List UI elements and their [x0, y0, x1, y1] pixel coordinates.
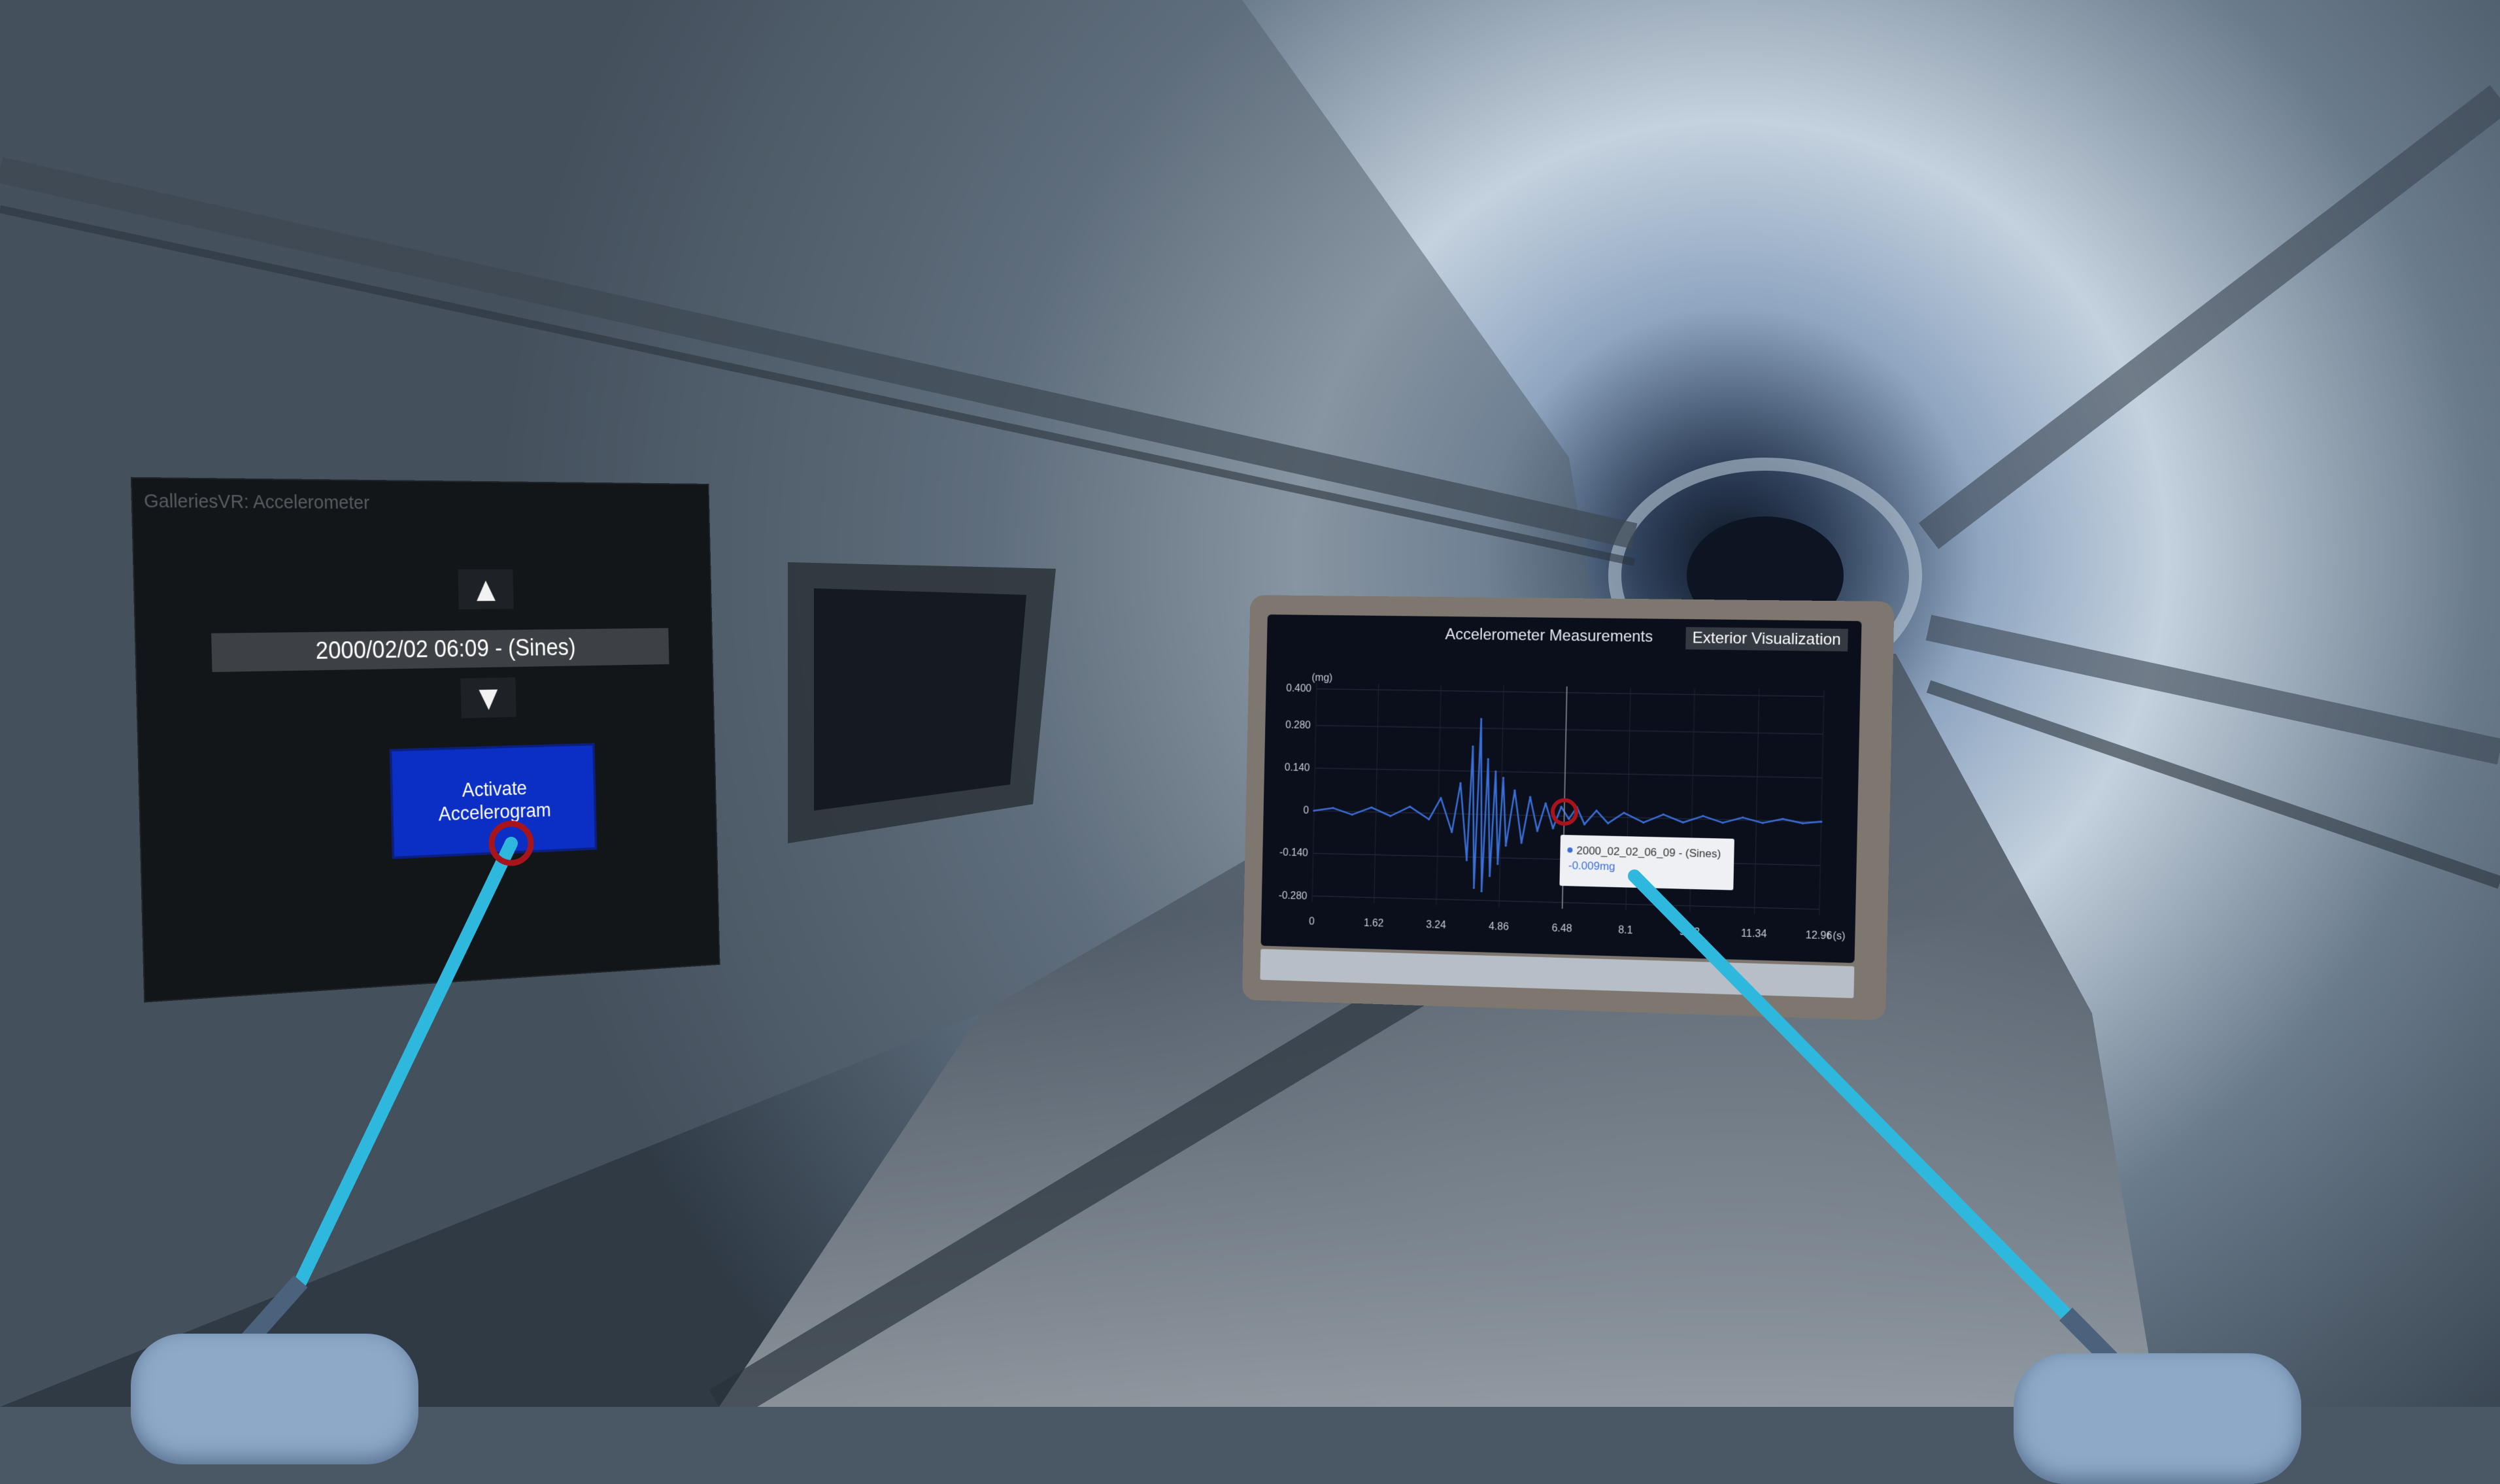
x-tick-label: 6.48 [1551, 922, 1572, 934]
y-axis-label: (mg) [1311, 672, 1332, 683]
chart-tooltip: 2000_02_02_06_09 - (Sines) -0.009mg [1559, 834, 1734, 890]
accelerometer-chart[interactable]: Accelerometer Measurements (mg) t (s) 0.… [1260, 615, 1861, 963]
y-tick-label: 0 [1303, 805, 1309, 817]
chart-title: Accelerometer Measurements [1445, 626, 1653, 646]
x-gridline [1754, 689, 1759, 913]
exterior-visualization-button[interactable]: Exterior Visualization [1685, 627, 1848, 652]
y-gridline [1312, 896, 1819, 909]
x-tick-label: 8.1 [1618, 924, 1633, 936]
chart-area: Accelerometer Measurements (mg) t (s) 0.… [1260, 614, 1862, 964]
y-gridline [1317, 689, 1824, 697]
x-gridline [1312, 683, 1317, 902]
record-selector[interactable]: 2000/02/02 06:09 - (Sines) [211, 628, 669, 673]
chart-panel: Accelerometer Measurements (mg) t (s) 0.… [1242, 595, 1895, 1020]
y-tick-label: 0.140 [1285, 762, 1310, 774]
x-tick-label: 9.72 [1679, 926, 1700, 938]
x-tick-label: 12.96 [1806, 930, 1833, 942]
up-arrow-button[interactable]: ▲ [458, 569, 514, 609]
x-tick-label: 11.34 [1741, 928, 1767, 939]
x-tick-label: 3.24 [1426, 919, 1446, 931]
up-arrow-icon: ▲ [469, 569, 503, 609]
x-tick-label: 4.86 [1489, 921, 1509, 933]
y-gridline [1316, 726, 1823, 734]
x-gridline [1819, 690, 1824, 916]
x-gridline [1374, 684, 1379, 904]
accelerometer-panel: GalleriesVR: Accelerometer ▲ 2000/02/02 … [131, 478, 719, 1002]
y-tick-label: -0.140 [1279, 847, 1308, 859]
right-controller [2014, 1353, 2301, 1484]
down-arrow-button[interactable]: ▼ [460, 677, 516, 718]
y-gridline [1315, 768, 1822, 778]
activate-accelerogram-button[interactable]: Activate Accelerogram [389, 743, 598, 860]
x-tick-label: 0 [1309, 916, 1315, 927]
panel-title: GalleriesVR: Accelerometer [143, 490, 370, 514]
down-arrow-icon: ▼ [472, 677, 505, 718]
left-controller [131, 1334, 418, 1464]
y-tick-label: -0.280 [1279, 890, 1308, 902]
x-gridline [1436, 684, 1441, 905]
x-tick-label: 1.62 [1364, 918, 1384, 930]
y-tick-label: 0.400 [1286, 683, 1311, 695]
y-tick-label: 0.280 [1285, 720, 1311, 732]
tooltip-value: -0.009mg [1568, 859, 1615, 873]
